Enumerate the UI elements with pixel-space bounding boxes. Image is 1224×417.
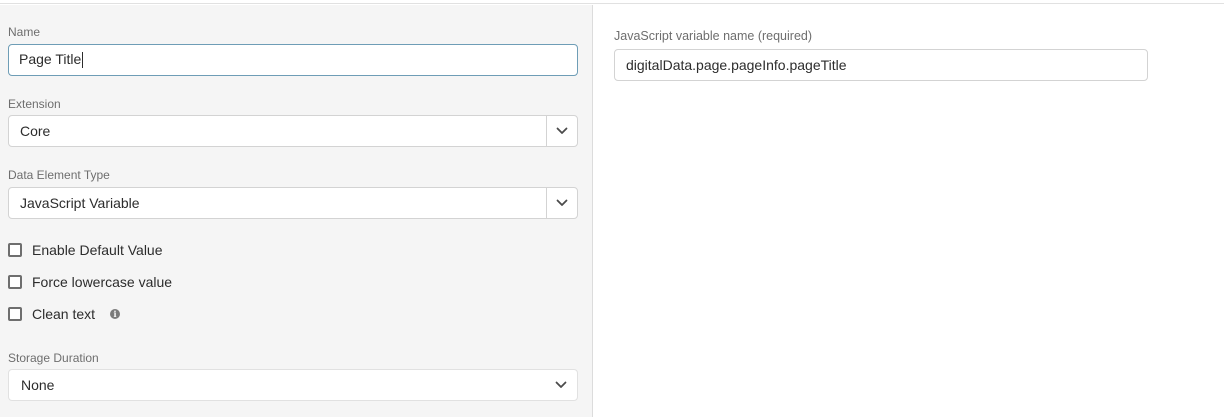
chevron-down-icon [556, 199, 568, 206]
chevron-down-icon [555, 381, 567, 388]
clean-text-label: Clean text [32, 306, 96, 322]
settings-panel: JavaScript variable name (required) digi… [594, 5, 1224, 417]
storage-duration-select[interactable]: None [8, 369, 578, 401]
name-input[interactable]: Page Title [8, 44, 578, 76]
extension-label: Extension [8, 97, 61, 111]
extension-combobox[interactable]: Core [8, 115, 578, 147]
chevron-down-icon [556, 127, 568, 134]
data-element-type-label: Data Element Type [8, 168, 110, 182]
force-lowercase-checkbox[interactable] [8, 275, 22, 289]
storage-duration-chevron [555, 370, 567, 400]
storage-duration-label: Storage Duration [8, 351, 99, 365]
enable-default-value-option[interactable]: Enable Default Value [8, 241, 163, 259]
variable-name-value: digitalData.page.pageInfo.pageTitle [626, 57, 847, 73]
data-element-type-dropdown-button[interactable] [546, 188, 577, 218]
force-lowercase-option[interactable]: Force lowercase value [8, 273, 172, 291]
extension-dropdown-button[interactable] [546, 116, 577, 146]
data-element-type-combobox[interactable]: JavaScript Variable [8, 187, 578, 219]
data-element-type-value: JavaScript Variable [20, 195, 140, 211]
storage-duration-value: None [21, 377, 55, 393]
top-divider [0, 0, 1224, 4]
clean-text-option[interactable]: Clean text i [8, 305, 121, 323]
name-label: Name [8, 25, 41, 39]
extension-value: Core [20, 123, 51, 139]
enable-default-value-label: Enable Default Value [32, 242, 163, 258]
variable-name-input[interactable]: digitalData.page.pageInfo.pageTitle [614, 49, 1148, 81]
force-lowercase-label: Force lowercase value [32, 274, 173, 290]
name-input-value: Page Title [19, 51, 82, 67]
enable-default-value-checkbox[interactable] [8, 243, 22, 257]
variable-name-label: JavaScript variable name (required) [614, 29, 813, 43]
info-icon[interactable]: i [110, 309, 121, 319]
data-element-form: Name Page Title Extension Core Data Elem… [0, 5, 593, 417]
clean-text-checkbox[interactable] [8, 307, 22, 321]
text-caret [82, 52, 84, 69]
